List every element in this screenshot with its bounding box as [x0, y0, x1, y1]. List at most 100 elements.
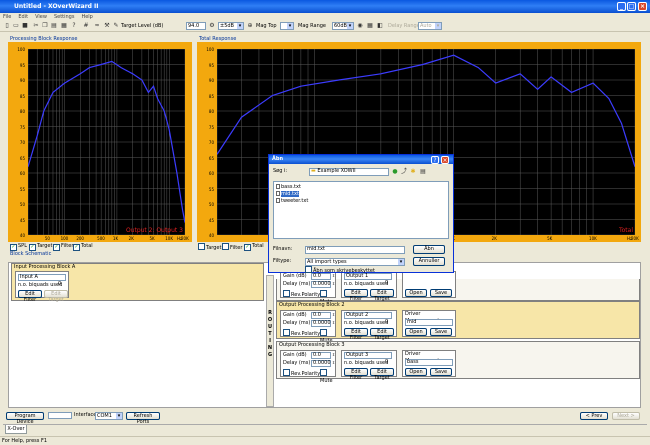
- file-name: tweeter.txt: [281, 198, 309, 204]
- filter-checkbox-right[interactable]: Filter: [222, 243, 242, 252]
- file-item[interactable]: tweeter.txt: [276, 198, 308, 204]
- gain-spinner-icon[interactable]: ⇕: [331, 311, 336, 319]
- spl-checkbox-left[interactable]: SPL: [10, 243, 27, 251]
- edit-filter-button[interactable]: Edit Filter: [344, 289, 368, 302]
- rev-polarity-checkbox[interactable]: Rev.Polarity: [283, 369, 320, 378]
- total-checkbox-right[interactable]: Total: [244, 243, 264, 251]
- file-item-selected[interactable]: mid.txt: [276, 191, 299, 197]
- output-select[interactable]: Output 3: [344, 352, 392, 359]
- prev-button[interactable]: < Prev: [580, 412, 608, 420]
- file-item[interactable]: bass.txt: [276, 184, 301, 190]
- driver-open-button[interactable]: Open: [405, 368, 427, 376]
- cut-icon[interactable]: ✂: [32, 22, 40, 30]
- menu-view[interactable]: View: [35, 14, 47, 20]
- edit-target-button[interactable]: Edit Target: [370, 328, 394, 341]
- file-list[interactable]: bass.txt mid.txt tweeter.txt: [273, 181, 449, 239]
- maximize-button[interactable]: □: [627, 2, 636, 11]
- tab-xover[interactable]: X-Over: [5, 425, 27, 434]
- processing-block-chart[interactable]: Output 2: Output 3: [28, 49, 185, 235]
- y-tick-label: 55: [208, 186, 214, 192]
- up-folder-icon[interactable]: ⤴: [400, 168, 408, 176]
- close-button[interactable]: ×: [638, 2, 647, 11]
- total-checkbox-left[interactable]: Total: [73, 243, 93, 251]
- interface-select[interactable]: COM1: [95, 412, 123, 420]
- readonly-checkbox[interactable]: Åbn som skrivebeskyttet: [305, 266, 375, 275]
- paste-icon[interactable]: ▤: [50, 22, 58, 30]
- new-file-icon[interactable]: ▯: [3, 22, 11, 30]
- rev-polarity-checkbox[interactable]: Rev.Polarity: [283, 290, 320, 299]
- driver-save-button[interactable]: Save: [430, 289, 452, 297]
- y-tick-label: 40: [208, 233, 214, 238]
- step-select[interactable]: ±5dB: [218, 22, 244, 30]
- mag-top-label: Mag Top: [256, 23, 277, 29]
- edit-target-button[interactable]: Edit Target: [370, 368, 394, 381]
- mag-range-select[interactable]: 60dB: [332, 22, 354, 30]
- routing-letter: I: [269, 338, 271, 344]
- input-edit-filter-button[interactable]: Edit Filter: [18, 290, 42, 303]
- delay-input[interactable]: 0.0000: [311, 281, 331, 288]
- minimize-button[interactable]: _: [617, 2, 626, 11]
- gain-input[interactable]: 0.0: [311, 352, 331, 359]
- driver-file-field[interactable]: mid: [405, 319, 453, 326]
- delay-input[interactable]: 0.0000: [311, 360, 331, 367]
- wrench-icon[interactable]: ⚒: [103, 22, 111, 30]
- edit-filter-button[interactable]: Edit Filter: [344, 328, 368, 341]
- delay-input[interactable]: 0.0000: [311, 320, 331, 327]
- next-button[interactable]: Next >: [612, 412, 640, 420]
- new-folder-icon[interactable]: ✱: [409, 168, 417, 176]
- print-icon[interactable]: ▦: [60, 22, 68, 30]
- menu-edit[interactable]: Edit: [18, 14, 28, 20]
- dialog-close-button[interactable]: ×: [441, 156, 449, 164]
- help-icon[interactable]: ?: [70, 22, 78, 30]
- driver-save-button[interactable]: Save: [430, 368, 452, 376]
- dialog-cancel-button[interactable]: Annuller: [413, 257, 445, 266]
- delay-spinner-icon[interactable]: ⇕: [331, 280, 336, 288]
- menu-help[interactable]: Help: [81, 14, 92, 20]
- program-device-button[interactable]: Program Device: [6, 412, 44, 425]
- input-select[interactable]: Input A: [18, 274, 66, 281]
- look-in-select[interactable]: ▬ Example XOWII: [309, 168, 389, 176]
- save-icon[interactable]: ■: [21, 22, 29, 30]
- gain-input[interactable]: 0.0: [311, 312, 331, 319]
- zoom-in-icon[interactable]: ⊕: [246, 22, 254, 30]
- view-menu-icon[interactable]: ▤: [419, 168, 427, 176]
- refresh-ports-button[interactable]: Refresh Ports: [126, 412, 160, 425]
- driver-file-field[interactable]: bass: [405, 359, 453, 366]
- eye-icon[interactable]: ◉: [356, 22, 364, 30]
- hash-icon[interactable]: #: [82, 22, 90, 30]
- output-select[interactable]: Output 2: [344, 312, 392, 319]
- mute-checkbox[interactable]: Mute: [320, 369, 335, 385]
- gain-spinner-icon[interactable]: ⇕: [331, 351, 336, 359]
- edit-target-button[interactable]: Edit Target: [370, 289, 394, 302]
- open-folder-icon[interactable]: ▭: [12, 22, 20, 30]
- filetype-select[interactable]: All import types: [305, 258, 405, 266]
- driver-open-button[interactable]: Open: [405, 328, 427, 336]
- back-icon[interactable]: ●: [391, 168, 399, 176]
- filename-input[interactable]: mid.txt: [305, 246, 405, 254]
- driver-open-button[interactable]: Open: [405, 289, 427, 297]
- delay-spinner-icon[interactable]: ⇕: [331, 359, 336, 367]
- grid-icon[interactable]: ▦: [366, 22, 374, 30]
- input-edit-target-button[interactable]: Edit Target: [44, 290, 68, 303]
- edit-icon[interactable]: ✎: [112, 22, 120, 30]
- mag-top-select[interactable]: [280, 22, 294, 30]
- driver-save-button[interactable]: Save: [430, 328, 452, 336]
- edit-filter-button[interactable]: Edit Filter: [344, 368, 368, 381]
- delay-range-select[interactable]: Auto: [418, 22, 442, 30]
- output-filter-group: Output 2 n.o. biquads used 0 Edit Filter Edi…: [341, 310, 397, 341]
- dialog-help-button[interactable]: ?: [431, 156, 439, 164]
- target-checkbox-left[interactable]: Target: [29, 243, 52, 251]
- toggle-icon[interactable]: ◧: [376, 22, 384, 30]
- menu-file[interactable]: File: [3, 14, 11, 20]
- copy-icon[interactable]: ❐: [41, 22, 49, 30]
- rev-polarity-checkbox[interactable]: Rev.Polarity: [283, 329, 320, 338]
- x-tick-label: 500: [97, 236, 105, 241]
- delay-spinner-icon[interactable]: ⇕: [331, 319, 336, 327]
- filter-checkbox-left[interactable]: Filter: [53, 243, 73, 251]
- gear-icon[interactable]: ⚙: [208, 22, 216, 30]
- menu-settings[interactable]: Settings: [54, 14, 75, 20]
- dialog-open-button[interactable]: Åbn: [413, 245, 445, 254]
- target-level-input[interactable]: 94.0: [186, 22, 206, 30]
- wave-icon[interactable]: ≈: [93, 22, 101, 30]
- target-checkbox-right[interactable]: Target: [198, 243, 221, 252]
